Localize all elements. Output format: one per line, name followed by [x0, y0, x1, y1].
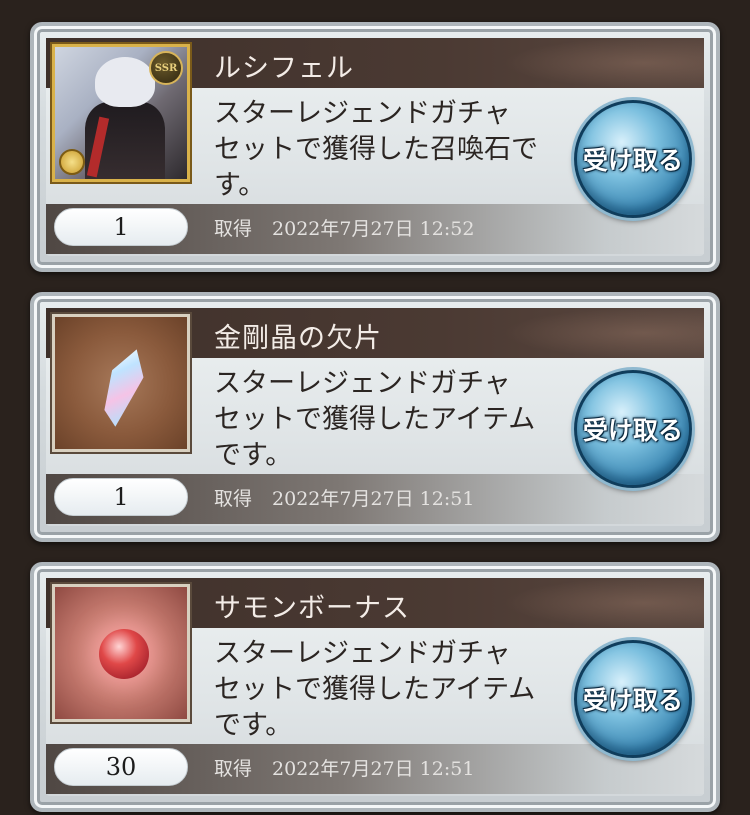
receive-button-label: 受け取る	[582, 416, 683, 445]
receive-button-label: 受け取る	[582, 146, 683, 175]
item-description: スターレジェンドガチャ セットで獲得したアイテム です。	[214, 638, 536, 741]
item-count: 1	[54, 478, 188, 516]
item-name: ルシフェル	[214, 53, 354, 84]
reward-list: SSR ルシフェル スターレジェンドガチャ セットで獲得した召喚石で す。 1 …	[0, 0, 750, 815]
ssr-badge: SSR	[149, 51, 183, 85]
receive-button[interactable]: 受け取る	[574, 370, 692, 488]
acquired-time: 2022年7月27日 12:52	[272, 218, 475, 240]
item-name: サモンボーナス	[214, 593, 410, 624]
acquired-info: 取得 2022年7月27日 12:51	[214, 754, 474, 781]
acquired-label: 取得	[214, 218, 253, 240]
acquired-label: 取得	[214, 758, 253, 780]
acquired-time: 2022年7月27日 12:51	[272, 758, 475, 780]
item-count: 1	[54, 208, 188, 246]
acquired-info: 取得 2022年7月27日 12:52	[214, 214, 474, 241]
crystal-fragment-icon	[52, 314, 190, 452]
receive-button[interactable]: 受け取る	[574, 100, 692, 218]
summon-character-icon: SSR	[52, 44, 190, 182]
acquired-info: 取得 2022年7月27日 12:51	[214, 484, 474, 511]
item-description: スターレジェンドガチャ セットで獲得した召喚石で す。	[214, 98, 538, 201]
element-light-icon	[59, 149, 85, 175]
reward-card: SSR ルシフェル スターレジェンドガチャ セットで獲得した召喚石で す。 1 …	[30, 22, 720, 272]
item-name: 金剛晶の欠片	[214, 323, 382, 354]
item-description: スターレジェンドガチャ セットで獲得したアイテム です。	[214, 368, 536, 471]
item-count: 30	[54, 748, 188, 786]
reward-card: 金剛晶の欠片 スターレジェンドガチャ セットで獲得したアイテム です。 1 取得…	[30, 292, 720, 542]
reward-card: サモンボーナス スターレジェンドガチャ セットで獲得したアイテム です。 30 …	[30, 562, 720, 812]
receive-button[interactable]: 受け取る	[574, 640, 692, 758]
red-orb-icon	[52, 584, 190, 722]
acquired-time: 2022年7月27日 12:51	[272, 488, 475, 510]
receive-button-label: 受け取る	[582, 686, 683, 715]
acquired-label: 取得	[214, 488, 253, 510]
